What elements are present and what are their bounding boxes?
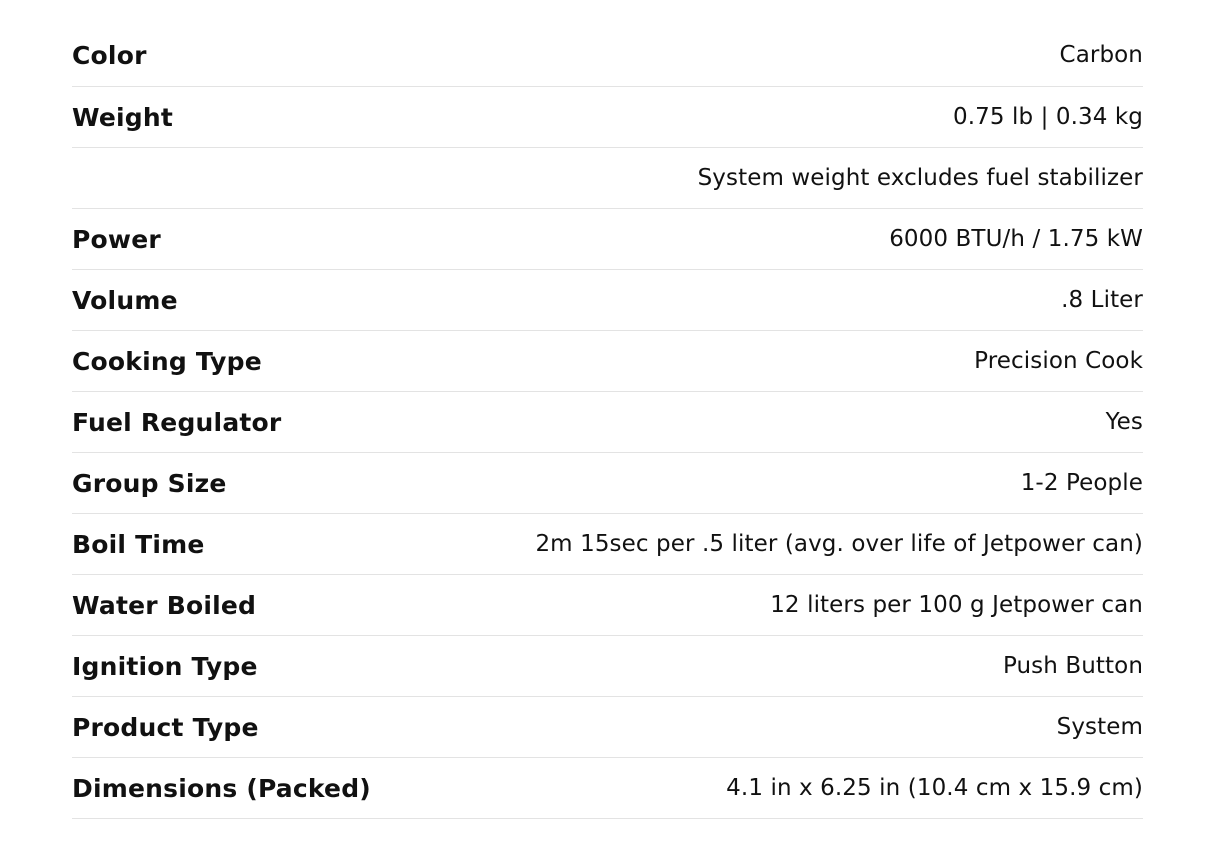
spec-row-product-type: Product Type System [72, 697, 1143, 758]
spec-label: Product Type [72, 712, 259, 742]
spec-value: System [1056, 714, 1143, 740]
spec-label: Boil Time [72, 529, 205, 559]
spec-row-weight-note: System weight excludes fuel stabilizer [72, 148, 1143, 209]
spec-value: Push Button [1002, 653, 1143, 679]
spec-value: 0.75 lb | 0.34 kg [952, 104, 1143, 130]
spec-row-water-boiled: Water Boiled 12 liters per 100 g Jetpowe… [72, 575, 1143, 636]
spec-label: Cooking Type [72, 346, 262, 376]
spec-label: Weight [72, 102, 174, 132]
spec-row-color: Color Carbon [72, 24, 1143, 87]
spec-row-dimensions-packed: Dimensions (Packed) 4.1 in x 6.25 in (10… [72, 758, 1143, 819]
spec-value: 2m 15sec per .5 liter (avg. over life of… [535, 531, 1143, 557]
spec-label: Color [72, 40, 147, 70]
spec-value: Carbon [1059, 42, 1143, 68]
spec-row-weight: Weight 0.75 lb | 0.34 kg [72, 87, 1143, 148]
spec-value: .8 Liter [1061, 287, 1143, 313]
spec-value: 4.1 in x 6.25 in (10.4 cm x 15.9 cm) [726, 775, 1143, 801]
spec-row-fuel-regulator: Fuel Regulator Yes [72, 392, 1143, 453]
spec-value: Precision Cook [974, 348, 1143, 374]
spec-label: Volume [72, 285, 178, 315]
spec-value: System weight excludes fuel stabilizer [697, 165, 1143, 191]
spec-value: 1-2 People [1020, 470, 1143, 496]
spec-label: Ignition Type [72, 651, 258, 681]
spec-label: Fuel Regulator [72, 407, 282, 437]
spec-row-cooking-type: Cooking Type Precision Cook [72, 331, 1143, 392]
spec-row-power: Power 6000 BTU/h / 1.75 kW [72, 209, 1143, 270]
spec-value: 12 liters per 100 g Jetpower can [770, 592, 1143, 618]
spec-label: Dimensions (Packed) [72, 773, 371, 803]
specs-table: Color Carbon Weight 0.75 lb | 0.34 kg Sy… [72, 24, 1143, 819]
spec-row-group-size: Group Size 1-2 People [72, 453, 1143, 514]
spec-row-ignition-type: Ignition Type Push Button [72, 636, 1143, 697]
spec-label: Group Size [72, 468, 227, 498]
spec-row-boil-time: Boil Time 2m 15sec per .5 liter (avg. ov… [72, 514, 1143, 575]
spec-label: Power [72, 224, 161, 254]
spec-value: Yes [1105, 409, 1143, 435]
spec-value: 6000 BTU/h / 1.75 kW [889, 226, 1143, 252]
spec-label: Water Boiled [72, 590, 257, 620]
spec-row-volume: Volume .8 Liter [72, 270, 1143, 331]
